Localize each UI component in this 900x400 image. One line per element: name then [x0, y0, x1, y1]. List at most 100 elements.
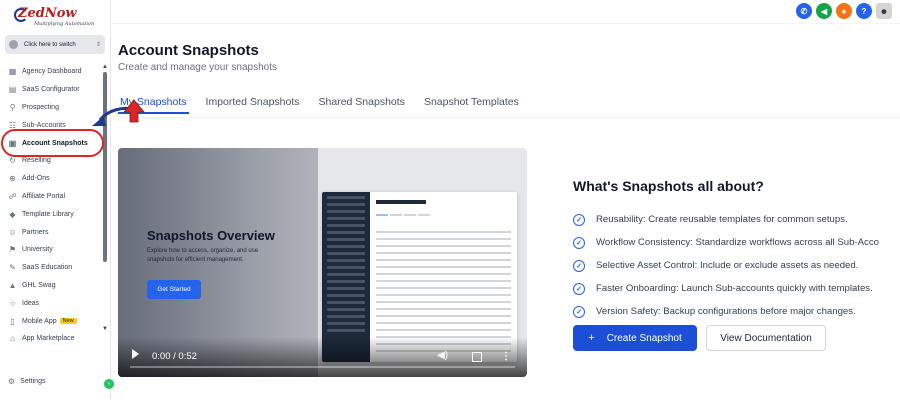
feature-item: ✓ Workflow Consistency: Standardize workf…	[573, 231, 900, 254]
sidebar-item-app-marketplace[interactable]: ⌂ App Marketplace	[0, 330, 104, 348]
sidebar-item-add-ons[interactable]: ⊕ Add-Ons	[0, 170, 104, 188]
template-icon: ◆	[9, 209, 16, 219]
sidebar-item-label: Ideas	[22, 299, 40, 307]
sidebar-item-mobile-app[interactable]: ▯ Mobile App New	[0, 312, 104, 330]
feature-text: Faster Onboarding: Launch Sub-accounts q…	[596, 283, 873, 294]
sidebar-item-label: Prospecting	[22, 103, 59, 111]
bell-icon[interactable]: ●	[836, 3, 852, 19]
user-search-icon: ⚲	[9, 102, 16, 112]
feature-item: ✓ Version Safety: Backup configurations b…	[573, 300, 900, 323]
switcher-avatar-icon	[9, 40, 18, 49]
feature-item: ✓ Reusability: Create reusable templates …	[573, 208, 900, 231]
tabs-divider	[118, 117, 900, 118]
sidebar-item-label: Template Library	[22, 210, 74, 218]
sidebar-item-label: App Marketplace	[22, 335, 75, 343]
feature-item: ✓ Faster Onboarding: Launch Sub-accounts …	[573, 277, 900, 300]
avatar[interactable]: ☻	[876, 3, 892, 19]
sidebar-item-agency-dashboard[interactable]: ▦ Agency Dashboard	[0, 63, 104, 81]
sidebar-item-partners[interactable]: ☺ Partners	[0, 223, 104, 241]
sidebar-item-ghl-swag[interactable]: ▲ GHL Swag	[0, 277, 104, 295]
plus-circle-icon: ⊕	[9, 174, 16, 184]
sidebar-item-label: Partners	[22, 228, 49, 236]
gear-icon: ⚙	[8, 377, 16, 386]
sidebar-item-label: University	[22, 246, 53, 254]
app-root: ZedNow Multiplying Automation Click here…	[0, 0, 900, 400]
dashboard-icon: ▦	[8, 67, 17, 77]
tab-shared-snapshots[interactable]: Shared Snapshots	[317, 96, 407, 114]
account-switcher[interactable]: Click here to switch ⇕	[5, 35, 105, 54]
phone-icon[interactable]: ✆	[796, 3, 812, 19]
partners-icon: ☺	[8, 227, 17, 237]
page-subtitle: Create and manage your snapshots	[118, 62, 277, 73]
help-icon[interactable]: ?	[856, 3, 872, 19]
feature-text: Version Safety: Backup configurations be…	[596, 306, 856, 317]
collapse-sidebar-icon[interactable]: ‹	[104, 379, 114, 389]
video-time: 0:00 / 0:52	[152, 351, 197, 362]
megaphone-icon[interactable]: ◀	[816, 3, 832, 19]
feature-text: Workflow Consistency: Standardize workfl…	[596, 237, 879, 248]
education-icon: ✎	[9, 263, 16, 273]
overview-video-player[interactable]: Snapshots Overview Explore how to access…	[118, 148, 527, 377]
handshake-icon: ☍	[8, 191, 17, 201]
tab-imported-snapshots[interactable]: Imported Snapshots	[204, 96, 302, 114]
topbar-divider	[111, 23, 900, 24]
logo-tagline: Multiplying Automation	[34, 21, 95, 27]
phone-icon: ▯	[10, 316, 15, 326]
volume-icon[interactable]: ◀)	[437, 351, 449, 361]
sidebar-item-university[interactable]: ⚑ University	[0, 241, 104, 259]
video-description: Explore how to access, organize, and use…	[147, 248, 259, 263]
about-title: What's Snapshots all about?	[573, 178, 764, 194]
chevron-updown-icon: ⇕	[95, 42, 101, 48]
sidebar-item-label: GHL Swag	[22, 281, 56, 289]
settings-label: Settings	[20, 378, 46, 385]
sidebar-item-label: Add-Ons	[22, 175, 50, 183]
sidebar: ZedNow Multiplying Automation Click here…	[0, 0, 114, 400]
sidebar-item-label: Agency Dashboard	[22, 68, 82, 76]
annotation-arrow-icon	[92, 99, 145, 126]
sidebar-item-saas-education[interactable]: ✎ SaaS Education	[0, 259, 104, 277]
page-title: Account Snapshots	[118, 42, 259, 59]
preview-main	[376, 200, 511, 357]
new-badge: New	[59, 318, 77, 325]
refresh-icon: ↻	[9, 156, 16, 166]
view-documentation-button[interactable]: View Documentation	[706, 325, 826, 351]
sidebar-item-ideas[interactable]: ○ Ideas	[0, 294, 104, 312]
logo-text: ZedNow	[18, 6, 77, 21]
switcher-label: Click here to switch	[24, 41, 76, 48]
feature-text: Selective Asset Control: Include or excl…	[596, 260, 859, 271]
check-circle-icon: ✓	[573, 259, 585, 272]
snapshot-tabs: My Snapshots Imported Snapshots Shared S…	[118, 96, 521, 114]
sidebar-item-label: Sub-Accounts	[22, 121, 66, 129]
company-logo[interactable]: ZedNow Multiplying Automation	[14, 6, 98, 30]
video-controls: 0:00 / 0:52 ◀) ⋮	[118, 337, 527, 377]
more-options-icon[interactable]: ⋮	[501, 352, 511, 362]
check-circle-icon: ✓	[573, 213, 585, 226]
video-get-started-button[interactable]: Get Started	[147, 280, 201, 299]
shirt-icon: ▲	[8, 280, 17, 290]
video-title: Snapshots Overview	[147, 228, 275, 243]
sidebar-item-label: Reselling	[22, 157, 51, 165]
check-circle-icon: ✓	[573, 305, 585, 318]
sidebar-item-settings[interactable]: ⚙ Settings	[8, 377, 45, 386]
create-snapshot-label: Create Snapshot	[606, 332, 682, 344]
store-icon: ⌂	[10, 334, 15, 344]
fullscreen-icon[interactable]	[472, 352, 482, 362]
video-progress-bar[interactable]	[130, 366, 515, 368]
check-circle-icon: ✓	[573, 236, 585, 249]
check-circle-icon: ✓	[573, 282, 585, 295]
sidebar-item-label: SaaS Education	[22, 264, 73, 272]
graduation-icon: ⚑	[8, 245, 17, 255]
sidebar-item-template-library[interactable]: ◆ Template Library	[0, 205, 104, 223]
sidebar-item-affiliate-portal[interactable]: ☍ Affiliate Portal	[0, 188, 104, 206]
plus-icon: +	[588, 332, 595, 344]
topbar-icons: ✆ ◀ ● ? ☻	[796, 3, 892, 19]
play-icon[interactable]	[132, 349, 139, 359]
sidebar-item-label: Mobile App	[22, 317, 57, 325]
bulb-icon: ○	[10, 298, 15, 308]
feature-item: ✓ Selective Asset Control: Include or exc…	[573, 254, 900, 277]
tab-snapshot-templates[interactable]: Snapshot Templates	[422, 96, 521, 114]
sidebar-item-label: SaaS Configurator	[22, 86, 80, 94]
feature-text: Reusability: Create reusable templates f…	[596, 214, 848, 225]
create-snapshot-button[interactable]: + Create Snapshot	[573, 325, 697, 351]
sidebar-item-label: Affiliate Portal	[22, 192, 66, 200]
